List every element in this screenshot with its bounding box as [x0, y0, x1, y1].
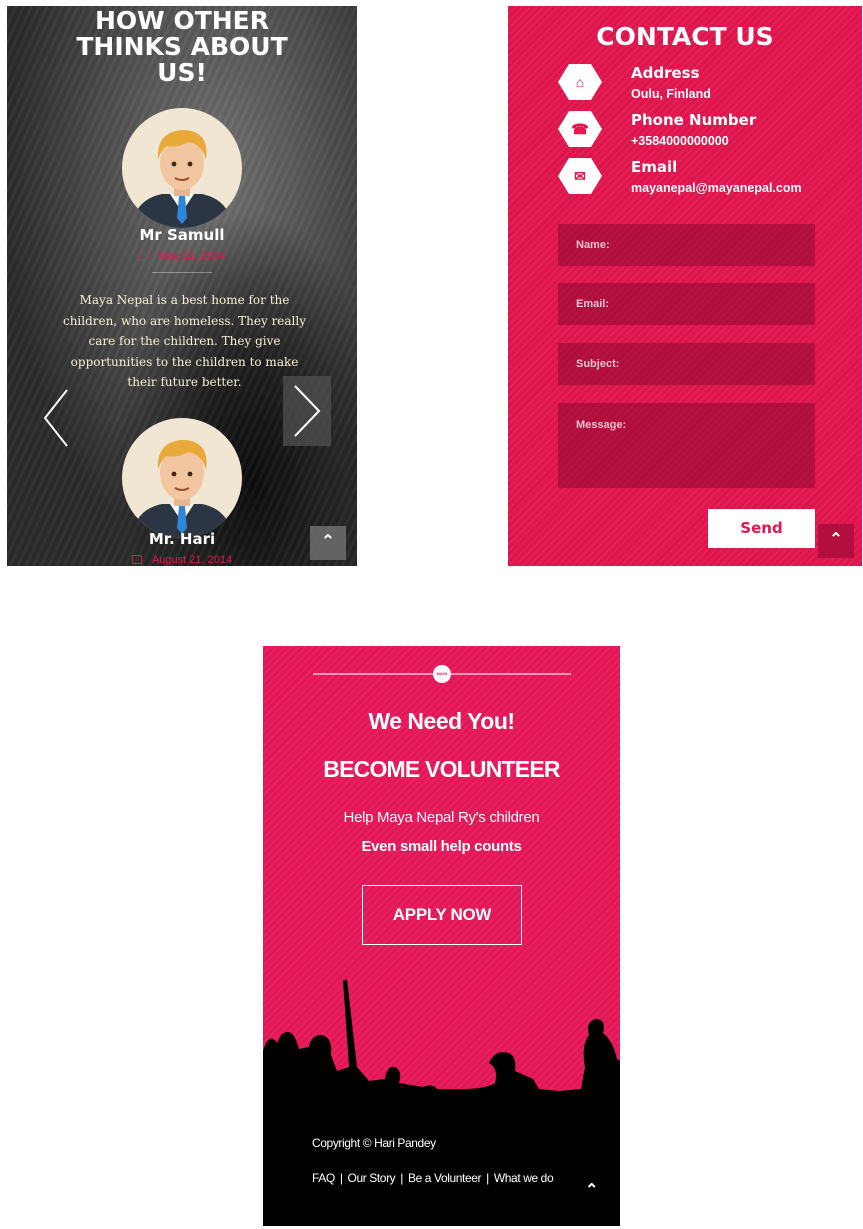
chevron-up-icon[interactable]: ⌃	[585, 1180, 598, 1200]
name-field[interactable]: Name:	[558, 224, 815, 266]
apply-now-button[interactable]: APPLY NOW	[362, 885, 522, 945]
subject-field[interactable]: Subject:	[558, 343, 815, 385]
volunteer-line-1: Help Maya Nepal Ry's children	[343, 809, 540, 826]
footer-link-be-a-volunteer[interactable]: Be a Volunteer	[408, 1171, 482, 1185]
footer-link-our-story[interactable]: Our Story	[348, 1171, 396, 1185]
volunteer-heading: We Need You!	[368, 708, 515, 734]
chevron-up-icon[interactable]: ⌃	[310, 526, 346, 560]
email-label: Email	[631, 158, 678, 176]
email-value: mayanepal@mayanepal.com	[631, 181, 802, 195]
divider	[451, 673, 571, 675]
home-icon: ⌂	[558, 64, 602, 100]
chevron-up-icon[interactable]: ⌃	[818, 524, 854, 558]
arrow-left-icon[interactable]	[41, 388, 71, 448]
message-field[interactable]: Message:	[558, 403, 815, 488]
footer-link-what-we-do[interactable]: What we do	[494, 1171, 554, 1185]
calendar-icon	[131, 555, 142, 564]
volunteer-section: MAYA NEPAL We Need You! BECOME VOLUNTEER…	[263, 646, 620, 1226]
address-label: Address	[631, 64, 700, 82]
testimonial-quote: Maya Nepal is a best home for the childr…	[62, 293, 307, 389]
testimonials-title: HOW OTHER THINKS ABOUT US!	[76, 6, 288, 87]
testimonial-name: Mr Samull	[139, 226, 225, 244]
divider	[313, 673, 433, 675]
volunteer-title: BECOME VOLUNTEER	[323, 756, 560, 782]
arrow-right-icon[interactable]	[283, 376, 331, 446]
phone-value: +3584000000000	[631, 134, 729, 148]
testimonial-name: Mr. Hari	[148, 530, 216, 548]
testimonials-section: HOW OTHER THINKS ABOUT US! Mr Samull May…	[7, 6, 357, 566]
footer-link-faq[interactable]: FAQ	[312, 1171, 335, 1185]
copyright-text: Copyright © Hari Pandey	[312, 1136, 436, 1150]
footer-links: FAQ | Our Story | Be a Volunteer | What we do	[312, 1171, 554, 1185]
avatar	[122, 108, 242, 228]
send-button[interactable]: Send	[708, 509, 815, 548]
envelope-icon: ✉	[558, 158, 602, 194]
avatar	[122, 418, 242, 538]
phone-icon: ☎	[558, 111, 602, 147]
address-value: Oulu, Finland	[631, 87, 711, 101]
calendar-icon	[138, 251, 149, 260]
testimonial-date: August 21, 2014	[7, 554, 357, 566]
contact-section: CONTACT US ⌂ Address Oulu, Finland ☎ Pho…	[508, 6, 862, 566]
divider	[152, 272, 212, 273]
logo: MAYA NEPAL	[433, 665, 451, 694]
volunteer-line-2: Even small help counts	[361, 838, 522, 855]
email-field[interactable]: Email:	[558, 283, 815, 325]
testimonial-date: May 21, 2014	[7, 250, 357, 262]
contact-title: CONTACT US	[596, 22, 774, 51]
phone-label: Phone Number	[631, 111, 757, 129]
